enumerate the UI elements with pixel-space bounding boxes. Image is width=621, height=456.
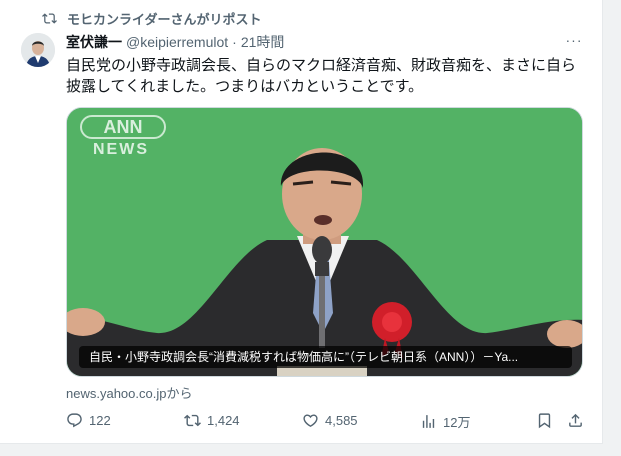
link-card-title[interactable]: 自民・小野寺政調会長“消費減税すれば物価高に”（テレビ朝日系（ANN））－Ya.… — [79, 346, 572, 368]
view-count: 12万 — [443, 415, 471, 430]
views-button[interactable]: 12万 — [420, 412, 470, 431]
timestamp[interactable]: 21時間 — [241, 32, 285, 52]
tweet-text-line-2: 披露してくれました。つまりはバカということです。 — [66, 78, 424, 95]
repost-button[interactable]: 1,424 — [184, 412, 240, 429]
like-count: 4,585 — [325, 413, 358, 428]
repost-label: モヒカンライダーさんがリポスト — [67, 11, 262, 27]
tweet-text: 自民党の小野寺政調会長、自らのマクロ経済音痴、財政音痴を、まさに自ら 披露してく… — [66, 55, 586, 97]
share-button[interactable] — [567, 412, 584, 429]
author-handle[interactable]: @keipierremulot — [126, 34, 228, 50]
link-source[interactable]: news.yahoo.co.jpから — [66, 383, 192, 402]
separator-dot: · — [232, 34, 237, 50]
link-card-image[interactable]: ANN NEWS 自民・小野寺政調会長“消費減税すれば物価高に”（テレビ朝日系（… — [66, 107, 583, 377]
repost-icon — [184, 414, 201, 427]
ann-logo: ANN — [104, 117, 143, 137]
tweet-header: 室伏謙一 @keipierremulot · 21時間 — [66, 32, 284, 52]
more-options-icon[interactable]: ··· — [564, 32, 584, 48]
tweet-text-line-1: 自民党の小野寺政調会長、自らのマクロ経済音痴、財政音痴を、まさに自ら — [66, 57, 577, 74]
tweet-actions: 122 1,424 4,585 12万 — [66, 412, 591, 432]
news-logo: NEWS — [93, 141, 149, 158]
news-photo: ANN NEWS — [67, 108, 582, 376]
reply-button[interactable]: 122 — [66, 412, 111, 429]
share-icon — [569, 413, 582, 427]
like-button[interactable]: 4,585 — [302, 412, 358, 429]
reply-icon — [67, 413, 82, 428]
author-name[interactable]: 室伏謙一 — [66, 32, 122, 52]
repost-indicator[interactable]: モヒカンライダーさんがリポスト — [42, 10, 262, 27]
heart-icon — [303, 414, 318, 427]
avatar[interactable] — [21, 33, 55, 67]
repost-icon — [42, 12, 57, 24]
repost-count: 1,424 — [207, 413, 240, 428]
next-tweet-edge — [0, 444, 621, 456]
reply-count: 122 — [89, 413, 111, 428]
analytics-icon — [422, 415, 435, 428]
bookmark-icon — [538, 413, 551, 429]
bookmark-button[interactable] — [536, 412, 553, 429]
tweet-card[interactable]: モヒカンライダーさんがリポスト 室伏謙一 @keipierremulot · 2… — [0, 0, 603, 444]
